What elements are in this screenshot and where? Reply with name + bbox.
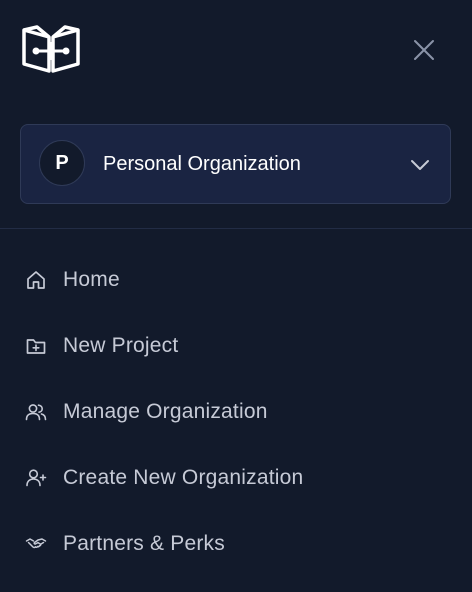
user-plus-icon [25,467,47,489]
mobile-menu-panel: P Personal Organization Home New Project… [0,0,472,592]
nav-item-create-new-organization[interactable]: Create New Organization [0,445,472,511]
nav-item-home[interactable]: Home [0,247,472,313]
nav-item-partners-perks[interactable]: Partners & Perks [0,511,472,577]
close-button[interactable] [406,32,442,68]
chevron-down-icon [408,153,432,177]
menu-header [0,0,472,100]
nav-item-label: Home [63,268,120,291]
nav-item-label: Create New Organization [63,466,304,489]
nav-item-manage-organization[interactable]: Manage Organization [0,379,472,445]
handshake-icon [25,533,47,555]
users-icon [25,401,47,423]
nav-item-label: Partners & Perks [63,532,225,555]
org-name: Personal Organization [103,153,301,175]
nav-item-label: Manage Organization [63,400,268,423]
org-avatar-letter: P [55,151,69,174]
nav-menu: Home New Project Manage Organization Cre… [0,247,472,577]
nav-item-new-project[interactable]: New Project [0,313,472,379]
nav-item-label: New Project [63,334,179,357]
folder-plus-icon [25,335,47,357]
divider [0,228,472,229]
org-avatar: P [39,140,85,186]
book-logo-icon[interactable] [20,24,82,74]
organization-selector[interactable]: P Personal Organization [20,124,451,204]
home-icon [25,269,47,291]
close-icon [413,39,435,61]
